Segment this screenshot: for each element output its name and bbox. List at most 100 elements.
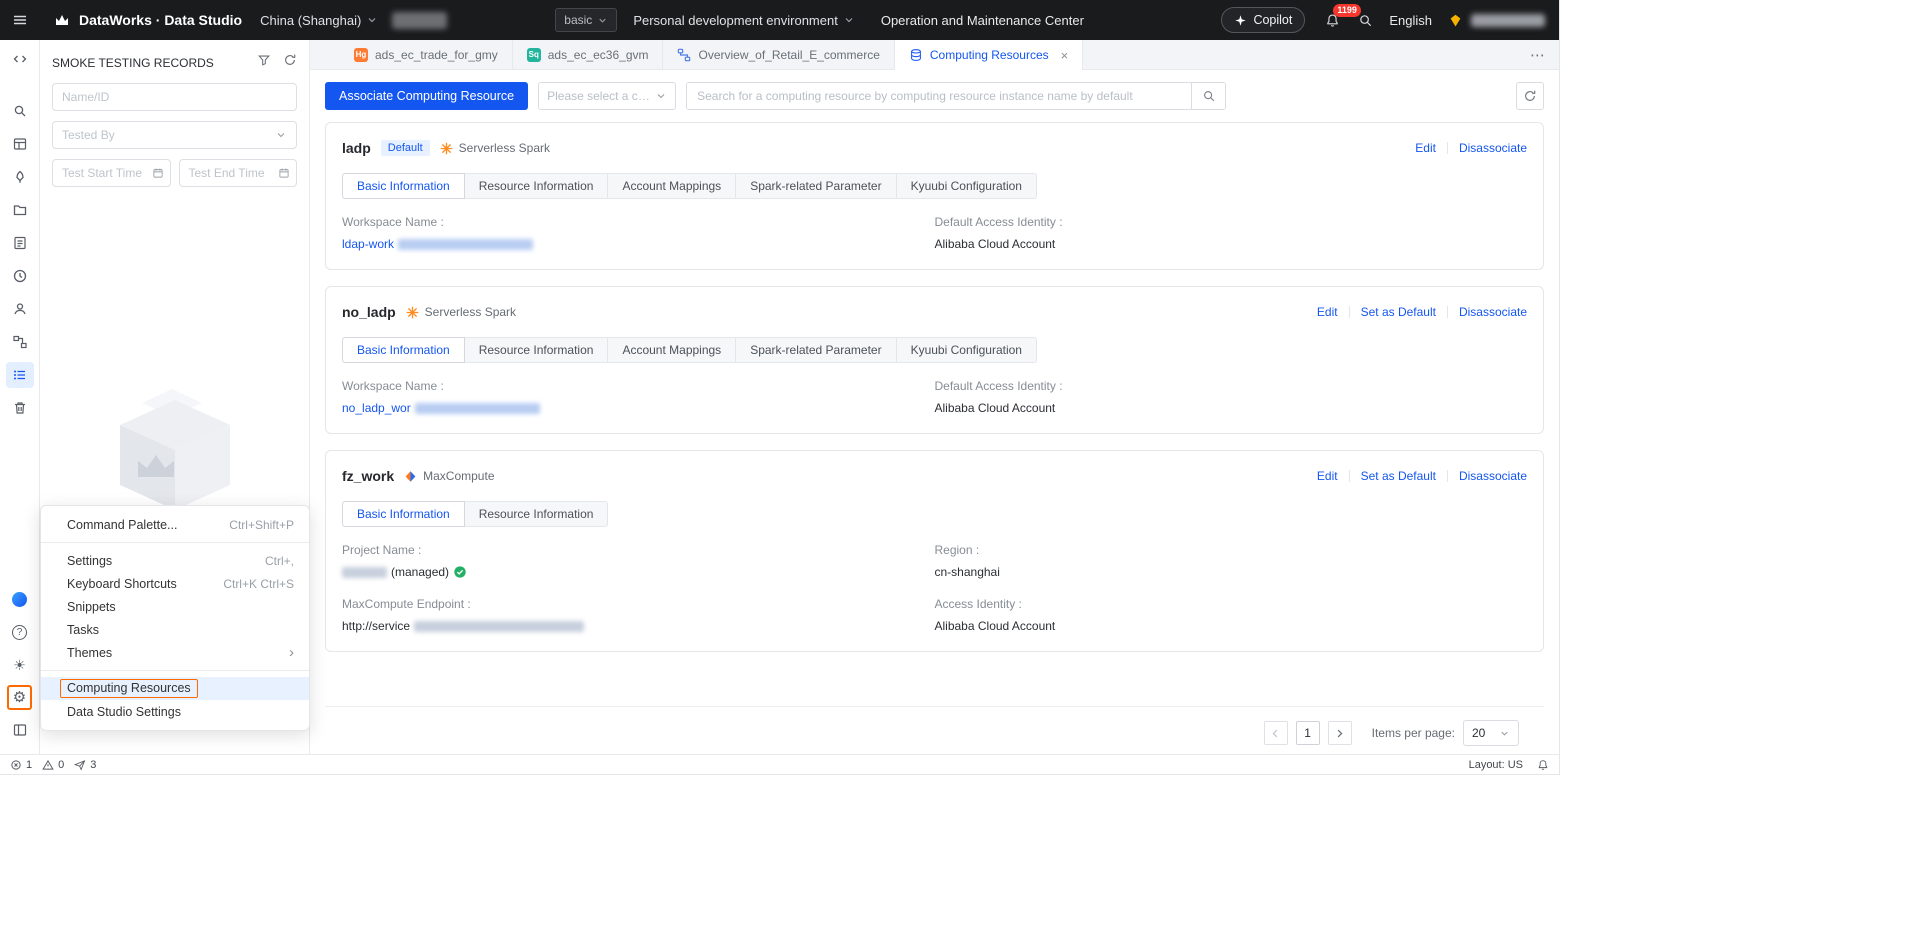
- workspace-name-link[interactable]: no_ladp_wor: [342, 401, 935, 415]
- tab-basic-information[interactable]: Basic Information: [342, 337, 465, 363]
- layout-indicator[interactable]: Layout: US: [1469, 759, 1523, 771]
- tab-kyuubi-configuration[interactable]: Kyuubi Configuration: [895, 173, 1037, 199]
- menu-item-data-studio-settings[interactable]: Data Studio Settings: [41, 700, 309, 723]
- menu-item-settings[interactable]: Settings Ctrl+,: [41, 549, 309, 572]
- folder-icon[interactable]: [6, 197, 34, 223]
- tested-by-select[interactable]: Tested By: [52, 121, 297, 149]
- tab-resource-information[interactable]: Resource Information: [463, 337, 609, 363]
- settings-gear-icon[interactable]: ⚙: [7, 685, 32, 710]
- tab-basic-information[interactable]: Basic Information: [342, 501, 465, 527]
- notification-count-badge: 1199: [1333, 3, 1361, 17]
- menu-item-keyboard-shortcuts[interactable]: Keyboard Shortcuts Ctrl+K Ctrl+S: [41, 572, 309, 595]
- tab-kyuubi-configuration[interactable]: Kyuubi Configuration: [895, 337, 1037, 363]
- default-badge: Default: [380, 140, 430, 156]
- menu-item-themes[interactable]: Themes ›: [41, 641, 309, 664]
- tab-ads-ec-ec36-gvm[interactable]: Sq ads_ec_ec36_gvm: [513, 40, 664, 69]
- edit-link[interactable]: Edit: [1317, 469, 1338, 483]
- tab-spark-related-parameter[interactable]: Spark-related Parameter: [735, 337, 897, 363]
- test-end-time-input[interactable]: Test End Time: [178, 159, 297, 187]
- search-submit-button[interactable]: [1191, 83, 1226, 109]
- edit-link[interactable]: Edit: [1317, 305, 1338, 319]
- divider: [1348, 306, 1350, 318]
- code-editor-icon[interactable]: [6, 46, 34, 72]
- editor-tabstrip: Hg ads_ec_trade_for_gmy Sq ads_ec_ec36_g…: [310, 40, 1559, 70]
- chevron-right-icon: ›: [289, 644, 294, 661]
- tab-resource-information[interactable]: Resource Information: [463, 173, 609, 199]
- card-header: fz_work MaxCompute Edit Set as Default D…: [342, 463, 1527, 489]
- module-nav-operation-center[interactable]: Operation and Maintenance Center: [881, 13, 1084, 28]
- table-icon[interactable]: [6, 131, 34, 157]
- associate-computing-resource-button[interactable]: Associate Computing Resource: [325, 82, 529, 110]
- history-icon[interactable]: [6, 263, 34, 289]
- panel-layout-icon[interactable]: [6, 717, 34, 743]
- name-id-input-field[interactable]: [62, 90, 287, 104]
- shortcut-label: Ctrl+,: [264, 553, 294, 568]
- menu-item-snippets[interactable]: Snippets: [41, 595, 309, 618]
- community-icon[interactable]: [6, 586, 34, 612]
- disassociate-link[interactable]: Disassociate: [1459, 305, 1527, 319]
- chevron-left-icon: [1272, 729, 1278, 737]
- calendar-icon: [152, 167, 164, 179]
- error-count[interactable]: 1: [10, 759, 32, 771]
- bell-icon[interactable]: [1537, 759, 1549, 771]
- chevron-down-icon: [1501, 731, 1508, 736]
- environment-select[interactable]: Personal development environment: [633, 13, 855, 28]
- endpoint-value: http://service: [342, 619, 935, 633]
- smoke-test-records-icon[interactable]: [5, 362, 34, 388]
- refresh-icon[interactable]: [283, 53, 297, 72]
- tab-overview-of-retail-ecommerce[interactable]: Overview_of_Retail_E_commerce: [663, 40, 895, 69]
- previous-page-button[interactable]: [1263, 721, 1288, 745]
- tab-ads-ec-trade-for-gmy[interactable]: Hg ads_ec_trade_for_gmy: [340, 40, 513, 69]
- name-id-input[interactable]: [52, 83, 297, 111]
- workflow-icon[interactable]: [6, 329, 34, 355]
- member-badge-icon[interactable]: [1448, 13, 1463, 28]
- tab-spark-related-parameter[interactable]: Spark-related Parameter: [735, 173, 897, 199]
- filter-funnel-icon[interactable]: [257, 53, 271, 72]
- tab-basic-information[interactable]: Basic Information: [342, 173, 465, 199]
- next-page-button[interactable]: [1327, 721, 1352, 745]
- deploy-count[interactable]: 3: [74, 759, 96, 771]
- disassociate-link[interactable]: Disassociate: [1459, 141, 1527, 155]
- items-per-page-select[interactable]: 20: [1463, 720, 1519, 746]
- current-page-button[interactable]: 1: [1295, 721, 1320, 745]
- tab-account-mappings[interactable]: Account Mappings: [607, 337, 737, 363]
- theme-sun-icon[interactable]: ☀: [6, 652, 34, 678]
- resource-type-select[interactable]: Please select a comput: [538, 82, 677, 110]
- more-tabs-icon[interactable]: ⋯: [1516, 46, 1559, 64]
- menu-item-tasks[interactable]: Tasks: [41, 618, 309, 641]
- publish-icon[interactable]: [6, 164, 34, 190]
- checklist-icon[interactable]: [6, 230, 34, 256]
- data-search-icon[interactable]: [6, 98, 34, 124]
- global-search-button[interactable]: [1358, 13, 1373, 28]
- notifications-button[interactable]: 1199: [1325, 3, 1361, 28]
- tab-account-mappings[interactable]: Account Mappings: [607, 173, 737, 199]
- set-as-default-link[interactable]: Set as Default: [1361, 305, 1436, 319]
- hamburger-menu-icon[interactable]: [12, 12, 28, 28]
- divider: [1446, 142, 1448, 154]
- chevron-down-icon: [599, 18, 606, 23]
- user-icon[interactable]: [6, 296, 34, 322]
- test-start-time-input[interactable]: Test Start Time: [52, 159, 171, 187]
- warning-count[interactable]: 0: [42, 759, 64, 771]
- menu-item-command-palette[interactable]: Command Palette... Ctrl+Shift+P: [41, 513, 309, 536]
- hologres-icon: Hg: [354, 47, 368, 62]
- mode-select[interactable]: basic: [555, 8, 618, 32]
- tab-computing-resources[interactable]: Computing Resources ×: [894, 40, 1084, 70]
- menu-item-computing-resources[interactable]: Computing Resources: [41, 677, 309, 700]
- set-as-default-link[interactable]: Set as Default: [1361, 469, 1436, 483]
- disassociate-link[interactable]: Disassociate: [1459, 469, 1527, 483]
- help-icon[interactable]: ?: [6, 619, 34, 645]
- close-icon[interactable]: ×: [1061, 48, 1069, 63]
- tab-resource-information[interactable]: Resource Information: [463, 501, 609, 527]
- copilot-button[interactable]: Copilot: [1221, 7, 1306, 33]
- list-bottom-divider: [325, 706, 1544, 707]
- card-actions: Edit Set as Default Disassociate: [1317, 305, 1527, 319]
- region-select[interactable]: China (Shanghai): [260, 13, 378, 28]
- resource-search-input[interactable]: [687, 83, 1192, 109]
- workspace-name-link[interactable]: ldap-work: [342, 237, 935, 251]
- statusbar-right: Layout: US: [1469, 759, 1549, 771]
- edit-link[interactable]: Edit: [1415, 141, 1436, 155]
- trash-icon[interactable]: [6, 395, 34, 421]
- language-switcher[interactable]: English: [1389, 13, 1432, 28]
- refresh-list-button[interactable]: [1516, 82, 1544, 110]
